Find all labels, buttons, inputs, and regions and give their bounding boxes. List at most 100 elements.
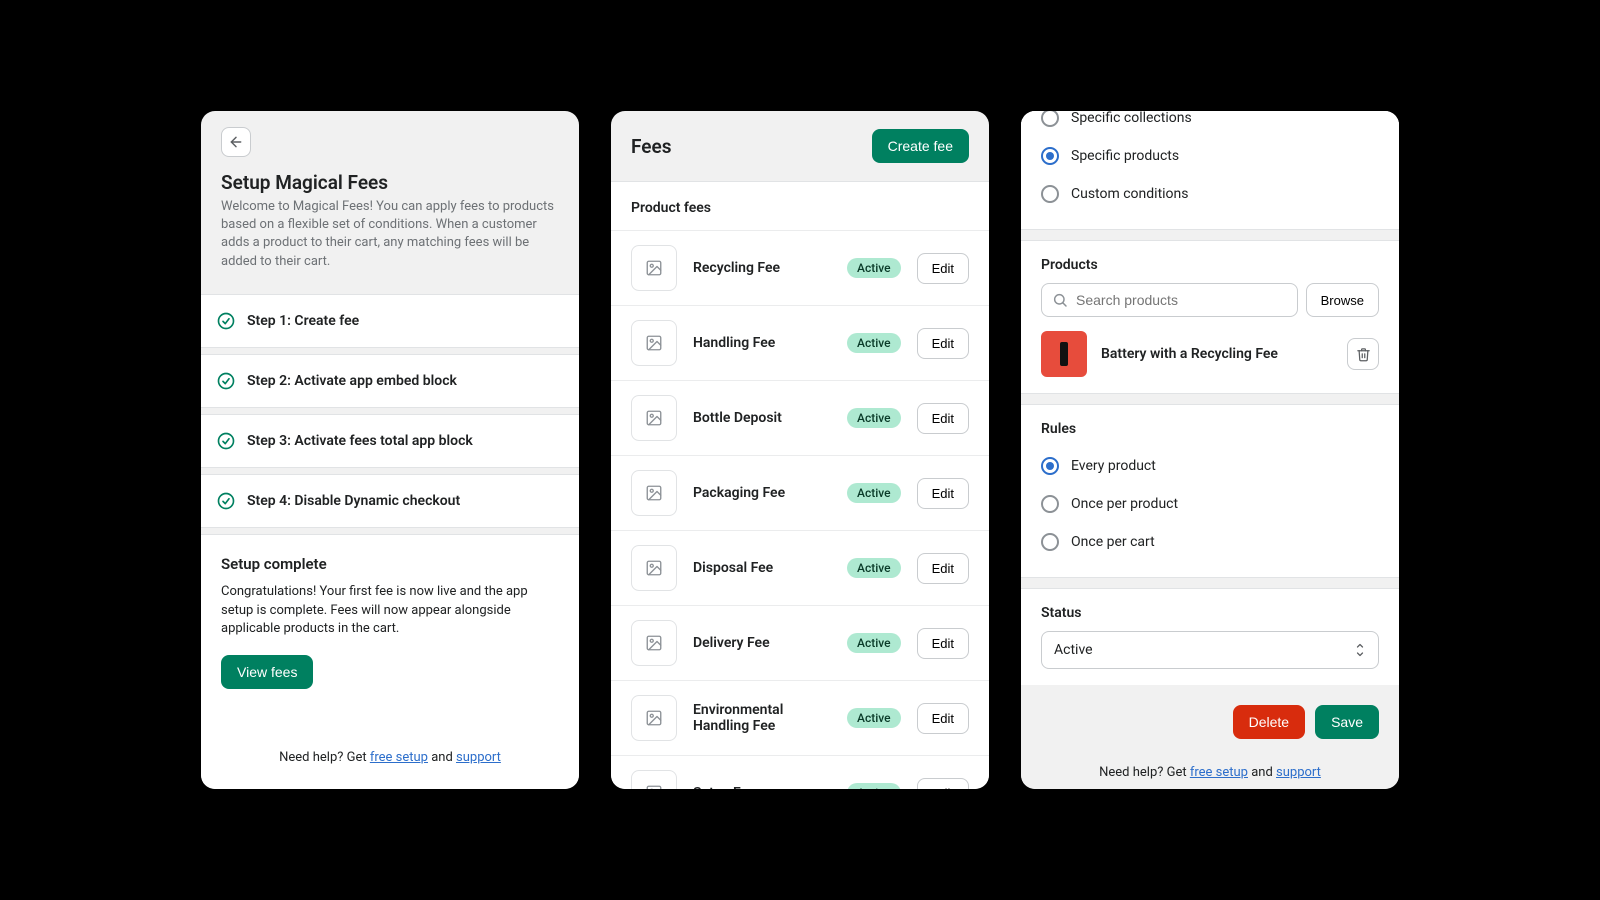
- fee-row: Recycling Fee Active Edit: [611, 230, 989, 305]
- image-placeholder-icon: [645, 559, 663, 577]
- back-button[interactable]: [221, 127, 251, 157]
- remove-product-button[interactable]: [1347, 338, 1379, 370]
- setup-step[interactable]: Step 4: Disable Dynamic checkout: [201, 474, 579, 528]
- edit-fee-button[interactable]: Edit: [917, 703, 969, 734]
- fee-row: Disposal Fee Active Edit: [611, 530, 989, 605]
- fee-row: Environmental Handling Fee Active Edit: [611, 680, 989, 755]
- radio-every-product[interactable]: Every product: [1021, 447, 1399, 485]
- search-input[interactable]: [1076, 292, 1287, 308]
- product-search[interactable]: [1041, 283, 1298, 317]
- fee-thumbnail: [631, 695, 677, 741]
- setup-steps: Step 1: Create fee Step 2: Activate app …: [201, 291, 579, 531]
- help-line: Need help? Get free setup and support: [221, 730, 559, 765]
- fee-name: Handling Fee: [693, 335, 831, 351]
- status-title: Status: [1021, 589, 1399, 631]
- edit-fee-button[interactable]: Edit: [917, 328, 969, 359]
- image-placeholder-icon: [645, 709, 663, 727]
- fee-name: Recycling Fee: [693, 260, 831, 276]
- radio-icon: [1041, 185, 1059, 203]
- radio-once-per-product[interactable]: Once per product: [1021, 485, 1399, 523]
- fee-row: Handling Fee Active Edit: [611, 305, 989, 380]
- radio-label: Specific products: [1071, 148, 1179, 164]
- status-select[interactable]: Active: [1041, 631, 1379, 669]
- support-link[interactable]: support: [1276, 765, 1321, 780]
- complete-text: Congratulations! Your first fee is now l…: [221, 583, 559, 640]
- edit-fee-button[interactable]: Edit: [917, 628, 969, 659]
- edit-fee-button[interactable]: Edit: [917, 553, 969, 584]
- support-link[interactable]: support: [456, 750, 501, 765]
- setup-header: Setup Magical Fees Welcome to Magical Fe…: [201, 111, 579, 291]
- delete-button[interactable]: Delete: [1233, 705, 1305, 739]
- setup-step[interactable]: Step 3: Activate fees total app block: [201, 414, 579, 468]
- product-fees-title: Product fees: [611, 182, 989, 230]
- fee-name: Disposal Fee: [693, 560, 831, 576]
- radio-once-per-cart[interactable]: Once per cart: [1021, 523, 1399, 561]
- fee-thumbnail: [631, 770, 677, 789]
- setup-panel: Setup Magical Fees Welcome to Magical Fe…: [201, 111, 579, 789]
- fees-title: Fees: [631, 135, 671, 158]
- free-setup-link[interactable]: free setup: [1190, 765, 1248, 780]
- fees-panel: Fees Create fee Product fees Recycling F…: [611, 111, 989, 789]
- edit-fee-button[interactable]: Edit: [917, 778, 969, 790]
- status-badge: Active: [847, 783, 901, 789]
- check-circle-icon: [217, 312, 235, 330]
- radio-label: Every product: [1071, 458, 1156, 474]
- image-placeholder-icon: [645, 259, 663, 277]
- fee-thumbnail: [631, 395, 677, 441]
- page-title: Setup Magical Fees: [221, 171, 559, 194]
- status-badge: Active: [847, 708, 901, 728]
- edit-fee-button[interactable]: Edit: [917, 253, 969, 284]
- step-label: Step 1: Create fee: [247, 313, 359, 329]
- radio-label: Specific collections: [1071, 111, 1192, 126]
- fees-header: Fees Create fee: [611, 111, 989, 181]
- status-badge: Active: [847, 333, 901, 353]
- select-chevron-icon: [1354, 642, 1366, 658]
- view-fees-button[interactable]: View fees: [221, 655, 313, 689]
- image-placeholder-icon: [645, 784, 663, 789]
- fee-name: Packaging Fee: [693, 485, 831, 501]
- status-badge: Active: [847, 483, 901, 503]
- setup-step[interactable]: Step 2: Activate app embed block: [201, 354, 579, 408]
- edit-fee-button[interactable]: Edit: [917, 403, 969, 434]
- status-badge: Active: [847, 633, 901, 653]
- radio-custom-conditions[interactable]: Custom conditions: [1021, 175, 1399, 213]
- page-subtitle: Welcome to Magical Fees! You can apply f…: [221, 198, 559, 271]
- edit-fee-button[interactable]: Edit: [917, 478, 969, 509]
- rules-title: Rules: [1021, 405, 1399, 447]
- fee-name: Environmental Handling Fee: [693, 702, 831, 734]
- radio-icon: [1041, 533, 1059, 551]
- help-line: Need help? Get free setup and support: [1021, 749, 1399, 780]
- product-thumbnail: [1041, 331, 1087, 377]
- fee-name: Delivery Fee: [693, 635, 831, 651]
- radio-icon: [1041, 457, 1059, 475]
- fee-thumbnail: [631, 245, 677, 291]
- status-badge: Active: [847, 558, 901, 578]
- trash-icon: [1356, 347, 1371, 362]
- products-title: Products: [1021, 241, 1399, 283]
- setup-step[interactable]: Step 1: Create fee: [201, 294, 579, 348]
- radio-specific-collections[interactable]: Specific collections: [1021, 111, 1399, 137]
- image-placeholder-icon: [645, 634, 663, 652]
- image-placeholder-icon: [645, 334, 663, 352]
- setup-complete-card: Setup complete Congratulations! Your fir…: [201, 534, 579, 789]
- image-placeholder-icon: [645, 409, 663, 427]
- check-circle-icon: [217, 492, 235, 510]
- check-circle-icon: [217, 432, 235, 450]
- fee-row: Bottle DepositActiveEdit: [611, 380, 989, 455]
- free-setup-link[interactable]: free setup: [370, 750, 428, 765]
- radio-icon: [1041, 495, 1059, 513]
- radio-specific-products[interactable]: Specific products: [1021, 137, 1399, 175]
- status-badge: Active: [847, 258, 901, 278]
- radio-label: Custom conditions: [1071, 186, 1189, 202]
- status-value: Active: [1054, 642, 1093, 658]
- browse-button[interactable]: Browse: [1306, 283, 1379, 317]
- rules-section: Rules Every product Once per product Onc…: [1021, 404, 1399, 578]
- fees-list: Recycling Fee Active Edit Handling Fee Activ…: [611, 230, 989, 789]
- create-fee-button[interactable]: Create fee: [872, 129, 969, 163]
- product-name: Battery with a Recycling Fee: [1101, 346, 1333, 362]
- apply-to-section: Specific collections Specific products C…: [1021, 111, 1399, 230]
- fee-name: Setup Fee: [693, 785, 831, 789]
- fee-row: Delivery Fee Active Edit: [611, 605, 989, 680]
- radio-icon: [1041, 147, 1059, 165]
- save-button[interactable]: Save: [1315, 705, 1379, 739]
